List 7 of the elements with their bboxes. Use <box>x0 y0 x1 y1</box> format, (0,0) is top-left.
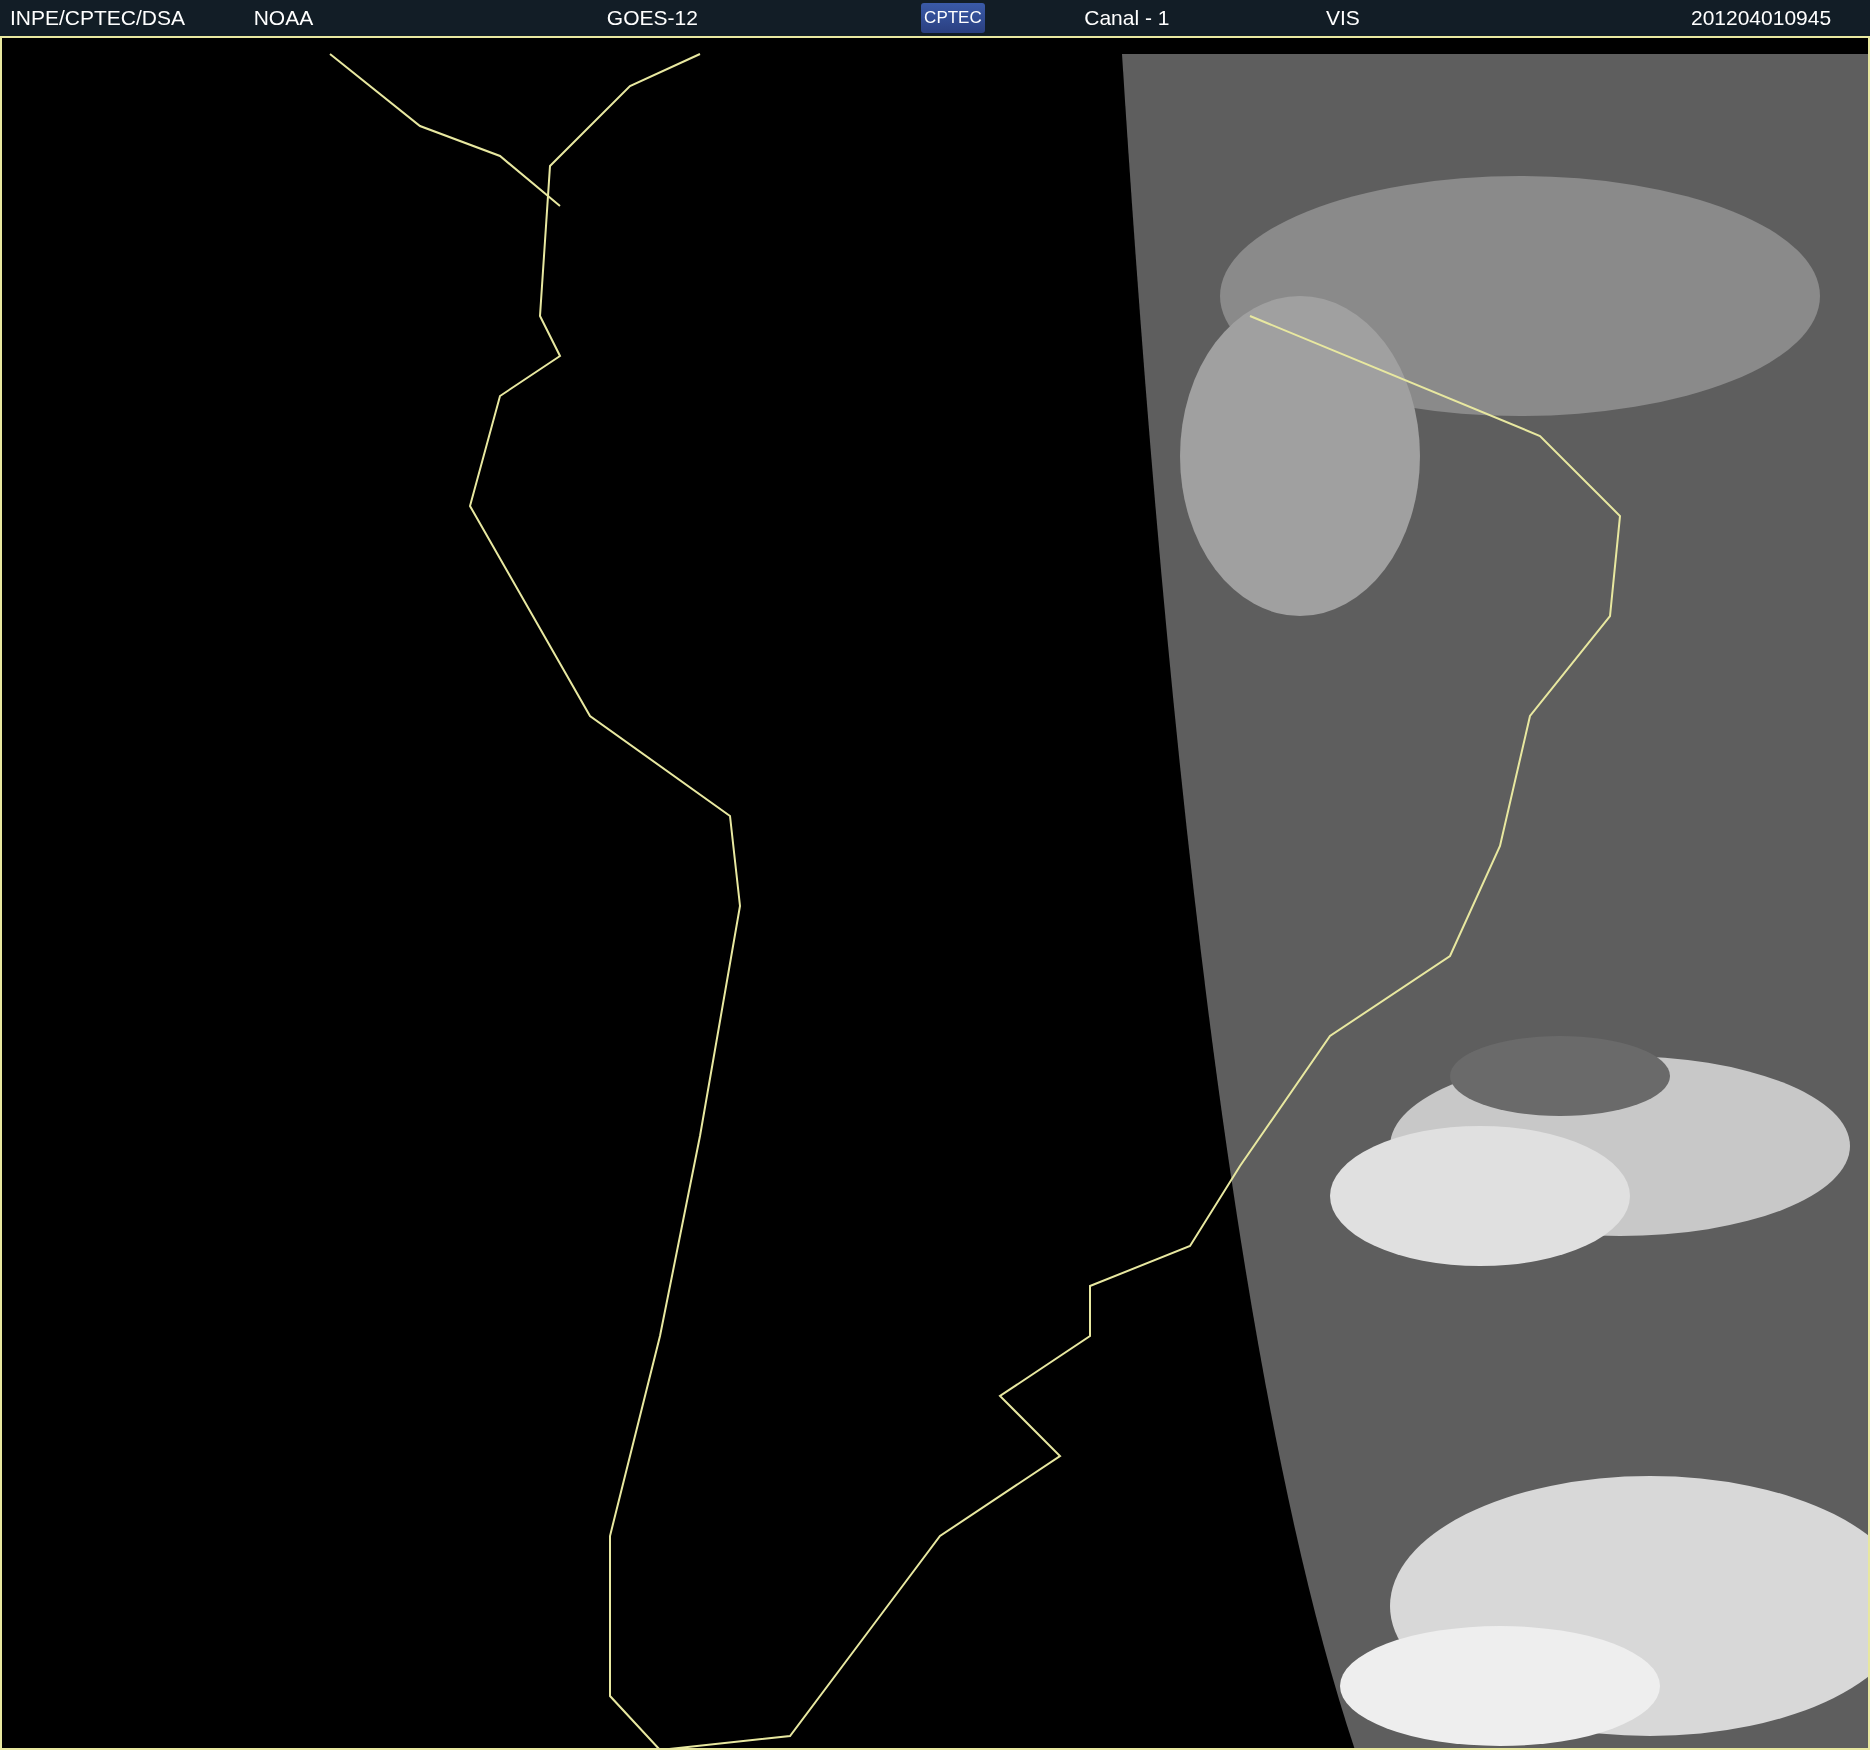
header-label: INPE/CPTEC/DSA <box>10 6 186 30</box>
header-label: VIS <box>1325 6 1360 30</box>
header-label: GOES-12 <box>606 6 698 30</box>
header-label: NOAA <box>253 6 314 30</box>
header-label: Canal - 1 <box>1084 6 1170 30</box>
header-label: 201204010945 <box>1690 6 1832 30</box>
logo: CPTEC <box>921 3 985 33</box>
